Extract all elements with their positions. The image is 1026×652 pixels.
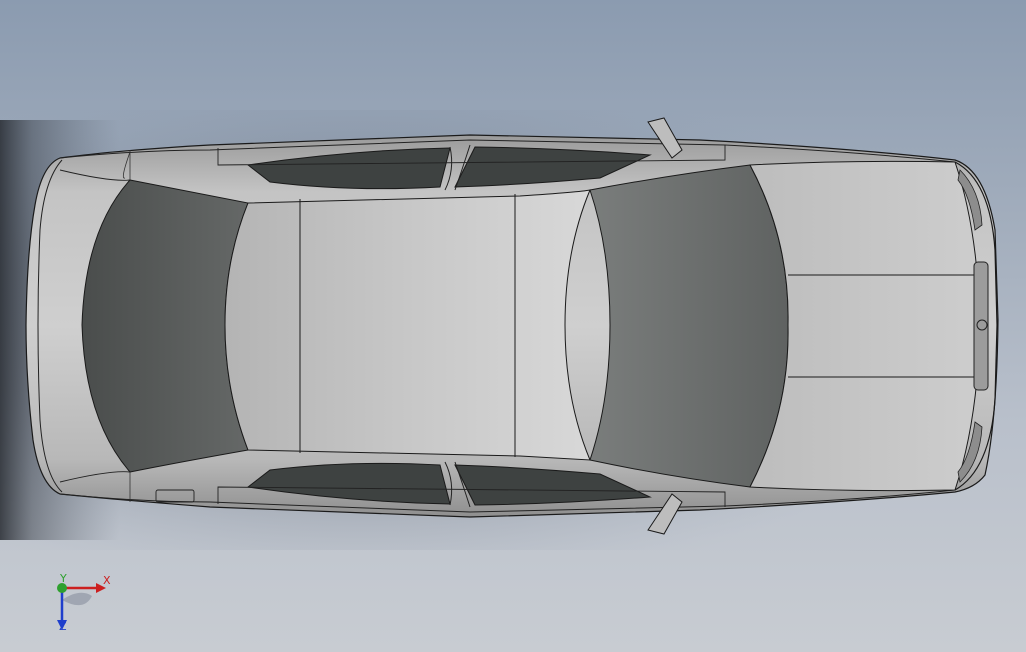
- y-axis-label: Y: [60, 572, 67, 585]
- rear-window: [81, 179, 249, 473]
- roof-panel: [224, 189, 591, 461]
- x-axis-label: X: [103, 574, 111, 587]
- front-grille: [973, 261, 989, 391]
- windshield: [589, 164, 789, 488]
- coordinate-triad: X Y Z: [50, 570, 120, 640]
- z-axis-label: Z: [59, 620, 67, 633]
- graphics-viewport[interactable]: X Y Z: [0, 0, 1026, 652]
- car-model[interactable]: [0, 0, 1026, 652]
